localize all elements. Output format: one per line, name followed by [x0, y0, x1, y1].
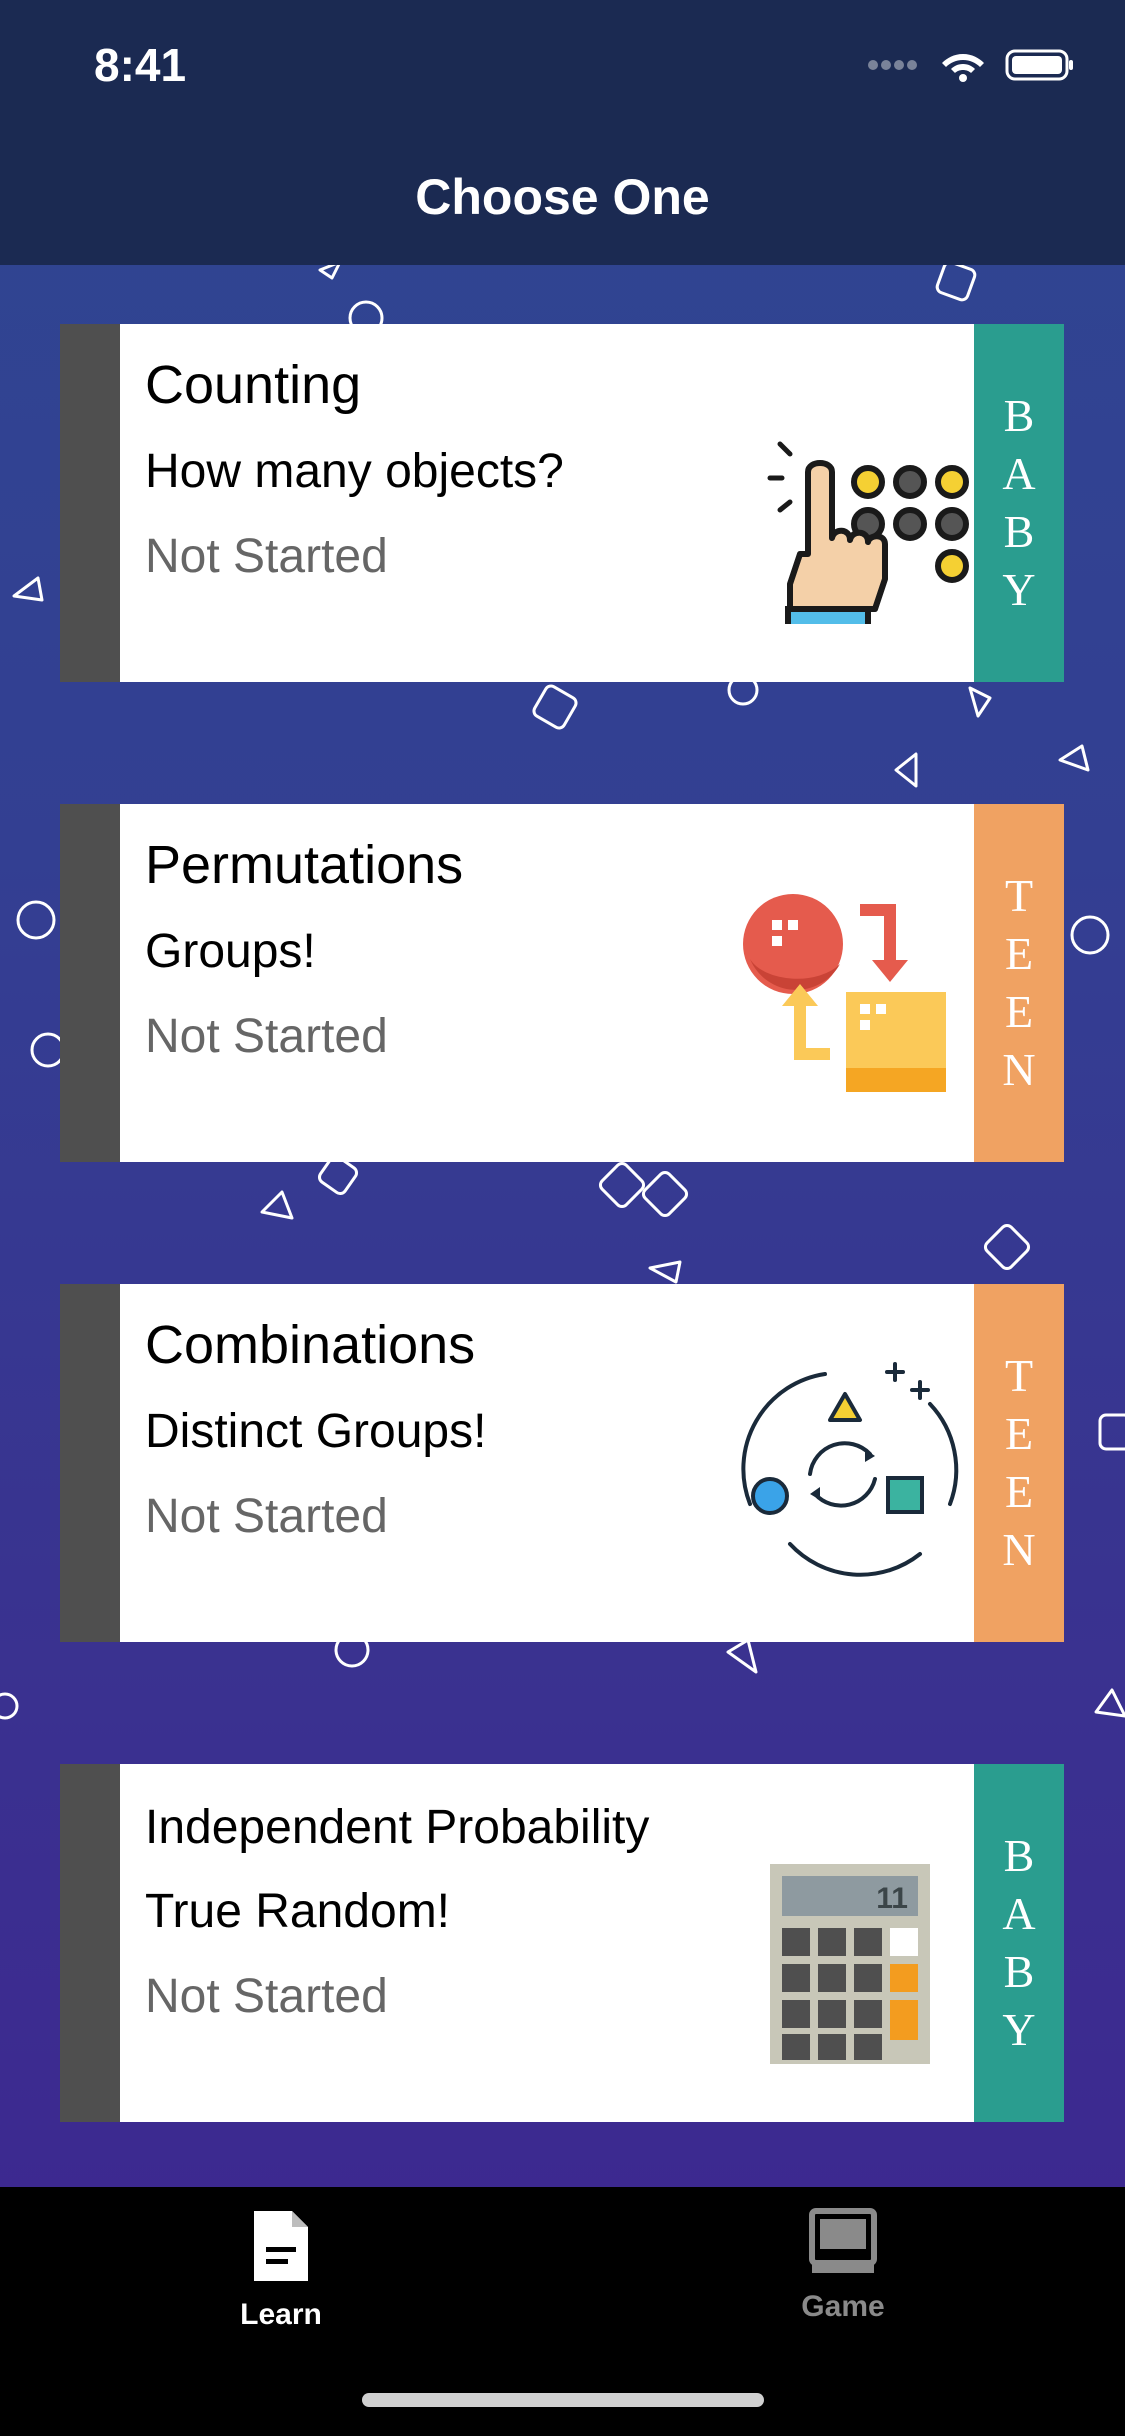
- home-indicator[interactable]: [362, 2393, 764, 2407]
- card-accent-strip: [60, 1764, 120, 2122]
- tab-label: Learn: [240, 2298, 322, 2331]
- level-tag-baby: BABY: [974, 1764, 1064, 2122]
- lesson-card-combinations[interactable]: Combinations Distinct Groups! Not Starte…: [60, 1284, 1064, 1642]
- card-accent-strip: [60, 324, 120, 682]
- card-subtitle: True Random!: [145, 1885, 451, 1938]
- combination-cycle-icon: [741, 1362, 959, 1577]
- card-accent-strip: [60, 1284, 120, 1642]
- wifi-icon: [942, 54, 984, 82]
- card-title: Counting: [145, 355, 362, 415]
- card-title: Independent Probability: [145, 1801, 650, 1854]
- app-screen: 8:41 Choose One Counting How many object…: [0, 0, 1125, 2436]
- tab-bar: Learn Game: [0, 2187, 1125, 2436]
- card-subtitle: Distinct Groups!: [145, 1405, 487, 1458]
- status-icons: [867, 48, 1075, 82]
- card-status: Not Started: [145, 530, 388, 583]
- tab-label: Game: [801, 2290, 885, 2323]
- card-status: Not Started: [145, 1970, 388, 2023]
- battery-icon: [1005, 49, 1073, 81]
- card-title: Combinations: [145, 1315, 476, 1375]
- document-icon: [254, 2211, 308, 2281]
- card-status: Not Started: [145, 1490, 388, 1543]
- status-time: 8:41: [94, 39, 187, 91]
- header-bar: 8:41 Choose One: [0, 0, 1125, 265]
- calculator-display: 11: [876, 1882, 908, 1915]
- level-tag-baby: BABY: [974, 324, 1064, 682]
- calculator-icon: 11: [770, 1864, 930, 2064]
- lesson-card-permutations[interactable]: Permutations Groups! Not Started TEEN: [60, 804, 1064, 1162]
- signal-icon: [868, 60, 917, 70]
- page-title: Choose One: [415, 169, 710, 225]
- card-status: Not Started: [145, 1010, 388, 1063]
- lesson-card-independent-probability[interactable]: Independent Probability True Random! Not…: [60, 1764, 1064, 2122]
- counting-hand-icon: [767, 441, 969, 624]
- card-subtitle: Groups!: [145, 925, 316, 978]
- tab-game[interactable]: Game: [693, 2207, 993, 2324]
- card-accent-strip: [60, 804, 120, 1162]
- tab-learn[interactable]: Learn: [131, 2207, 431, 2332]
- card-subtitle: How many objects?: [145, 445, 564, 498]
- lesson-card-counting[interactable]: Counting How many objects? Not Started B…: [60, 324, 1064, 682]
- computer-icon: [809, 2208, 877, 2273]
- level-tag-teen: TEEN: [974, 804, 1064, 1162]
- permutation-swap-icon: [743, 894, 946, 1092]
- level-tag-teen: TEEN: [974, 1284, 1064, 1642]
- card-title: Permutations: [145, 835, 464, 895]
